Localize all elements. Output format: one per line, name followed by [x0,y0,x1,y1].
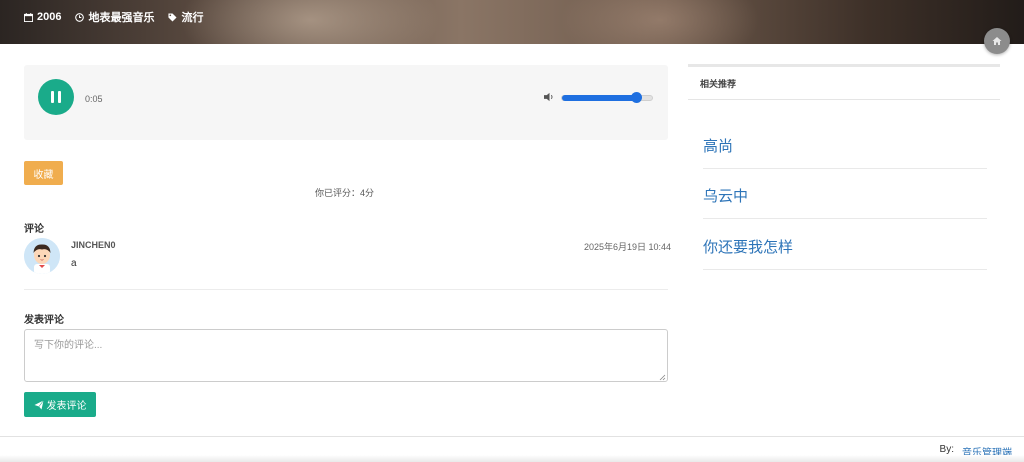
resize-grip-icon[interactable] [658,373,666,381]
banner-image-highlight [180,0,440,44]
avatar [24,238,60,274]
volume-icon[interactable] [544,92,555,102]
comment-text: a [71,258,77,269]
calendar-icon [24,12,33,22]
meta-genre: 流行 [168,9,203,25]
current-time: 0:05 [85,94,103,104]
pause-icon [58,91,61,103]
comment-timestamp: 2025年6月19日 10:44 [584,242,672,252]
post-comment-heading: 发表评论 [24,315,64,326]
paper-plane-icon [34,399,44,409]
meta-year-text: 2006 [37,11,62,23]
banner-image-highlight [560,0,760,44]
recommendation-item[interactable]: 乌云中 [703,169,987,219]
submit-comment-label: 发表评论 [46,401,87,412]
audio-player: 0:05 [24,65,668,140]
header-banner: 2006 地表最强音乐 流行 [0,0,1024,44]
sidebar-top-border [688,64,1000,67]
volume-slider-handle[interactable] [630,92,642,103]
recommendation-item[interactable]: 你还要我怎样 [703,220,987,270]
divider [24,289,668,290]
comment-textarea[interactable] [24,329,668,382]
recommendation-link[interactable]: 乌云中 [703,185,748,206]
volume-slider-fill [562,95,636,101]
footer-divider [0,436,1024,437]
comment-author: JINCHEN0 [71,240,116,250]
rating-status: 你已评分：4分 [315,188,375,198]
tag-icon [168,12,178,22]
song-meta: 2006 地表最强音乐 流行 [24,9,203,25]
page-bottom-shadow [0,455,1024,462]
recommendation-link[interactable]: 高尚 [703,135,733,156]
recommendation-link[interactable]: 你还要我怎样 [703,236,793,257]
pause-icon [51,91,54,103]
pause-button[interactable] [38,79,74,115]
meta-artist-text: 地表最强音乐 [88,12,155,24]
submit-comment-button[interactable]: 发表评论 [24,392,96,417]
volume-slider[interactable] [561,92,653,103]
favorite-button[interactable]: 收藏 [24,161,63,185]
meta-artist: 地表最强音乐 [75,9,154,25]
meta-year: 2006 [24,9,61,25]
divider [688,99,1000,100]
recommendation-item[interactable]: 高尚 [703,119,987,169]
sidebar-title: 相关推荐 [700,79,737,89]
user-avatar-icon [24,238,60,274]
home-button[interactable] [984,28,1010,54]
home-icon [992,37,1002,45]
meta-genre-text: 流行 [181,12,204,24]
comments-heading: 评论 [24,224,44,235]
clock-icon [75,12,85,22]
